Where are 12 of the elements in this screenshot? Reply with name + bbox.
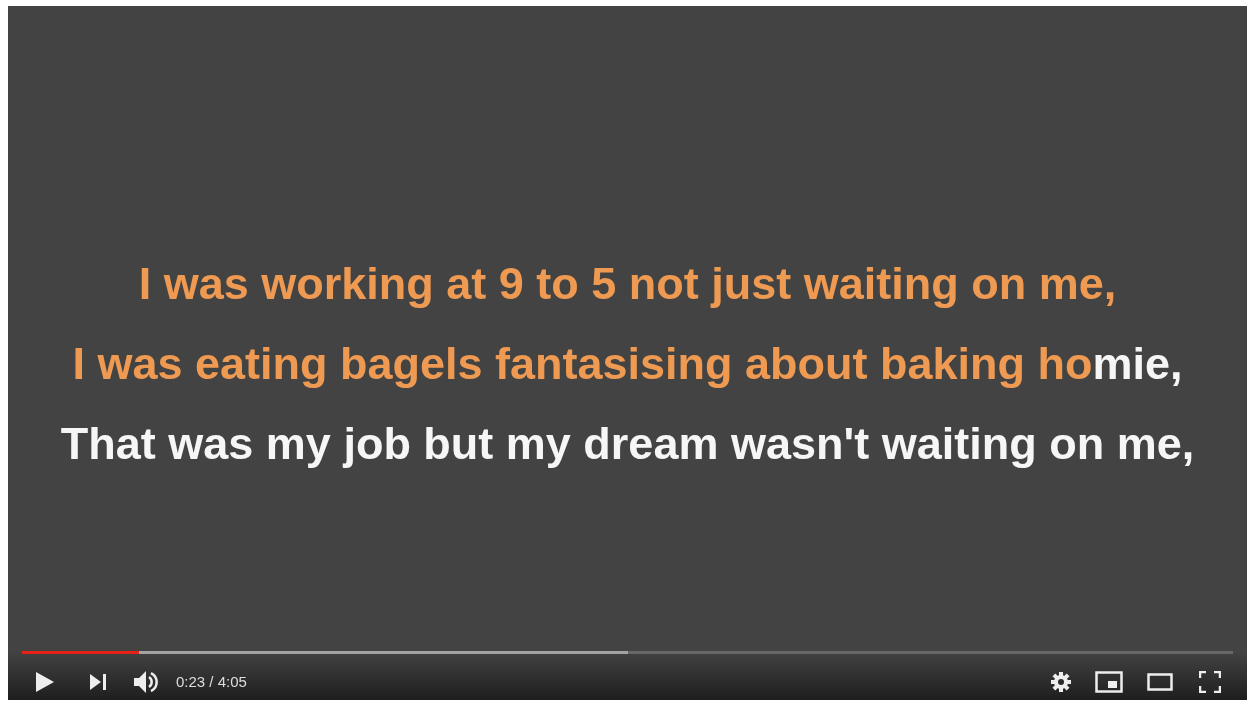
fullscreen-button[interactable] <box>1199 671 1221 693</box>
volume-button[interactable] <box>134 671 158 693</box>
lyric-text: mie, <box>1092 337 1183 389</box>
theater-mode-button[interactable] <box>1147 673 1173 691</box>
miniplayer-button[interactable] <box>1095 671 1123 693</box>
lyric-text: That was my job but my dream wasn't waiting on me, <box>60 417 1195 469</box>
time-display: 0:23 / 4:05 <box>176 671 247 692</box>
settings-button[interactable] <box>1051 672 1071 692</box>
lyric-text: I was eating bagels fantasising about baking ho <box>72 337 1093 389</box>
lyric-text: I was working at 9 to 5 not just waiting on me, <box>138 257 1117 309</box>
play-button[interactable] <box>36 672 54 692</box>
next-button[interactable] <box>90 674 106 690</box>
